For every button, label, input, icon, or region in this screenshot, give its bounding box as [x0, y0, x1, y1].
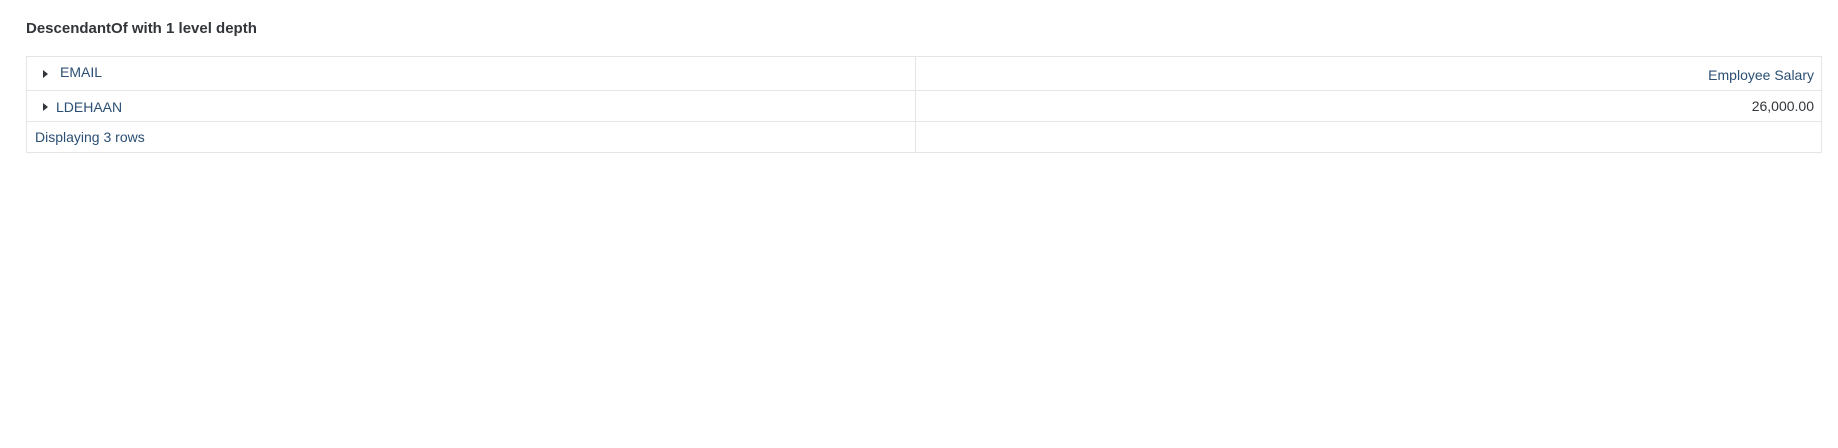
- report-title: DescendantOf with 1 level depth: [26, 20, 257, 37]
- footer-status-cell: Displaying 3 rows: [26, 121, 916, 153]
- row-dimension-header[interactable]: EMAIL: [60, 64, 102, 80]
- caret-right-icon[interactable]: [43, 102, 48, 111]
- footer-row: Displaying 3 rows: [26, 121, 1822, 153]
- header-row: EMAIL Employee Salary: [26, 56, 1822, 91]
- salary-value: 26,000.00: [1751, 98, 1814, 114]
- measure-header-cell: Employee Salary: [915, 56, 1822, 91]
- member-cell: LDEHAAN: [26, 90, 916, 122]
- footer-empty-cell: [915, 121, 1822, 153]
- member-label[interactable]: LDEHAAN: [56, 99, 122, 115]
- value-cell: 26,000.00: [915, 90, 1822, 122]
- table-row: LDEHAAN 26,000.00: [26, 90, 1822, 122]
- report-page: DescendantOf with 1 level depth EMAIL Em…: [0, 0, 1838, 448]
- pivot-table: EMAIL Employee Salary LDEHAAN 26,000.00 …: [26, 56, 1822, 153]
- row-dimension-header-cell: EMAIL: [26, 56, 916, 91]
- measure-header: Employee Salary: [1708, 67, 1814, 83]
- caret-right-icon[interactable]: [43, 70, 48, 79]
- row-count-status: Displaying 3 rows: [35, 129, 145, 145]
